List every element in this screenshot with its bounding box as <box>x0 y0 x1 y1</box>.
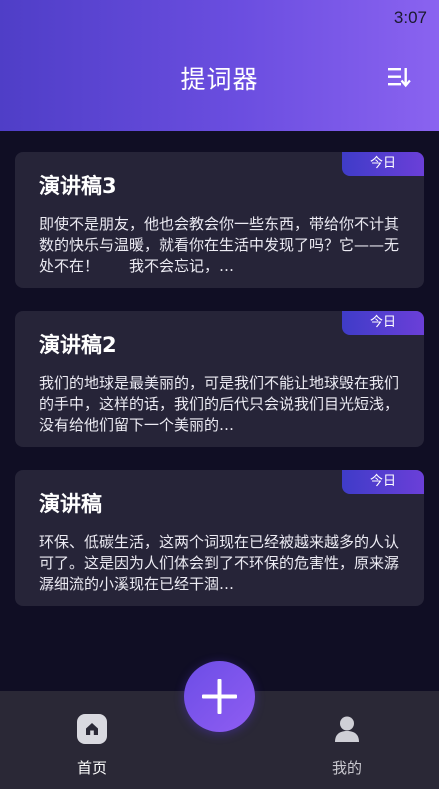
script-card[interactable]: 今日 演讲稿 环保、低碳生活，这两个词现在已经被越来越多的人认可了。这是因为人们… <box>15 470 424 606</box>
script-preview: 即使不是朋友，他也会教会你一些东西，带给你不计其数的快乐与温暖，就看你在生活中发… <box>39 215 400 275</box>
page-title: 提词器 <box>180 65 259 94</box>
nav-label-home: 首页 <box>76 759 107 777</box>
script-title: 演讲稿 <box>39 492 102 516</box>
nav-item-home[interactable]: 首页 <box>57 713 127 778</box>
home-icon <box>76 713 108 745</box>
app-screen: 3:07 提词器 今日 演讲稿3 即使不是朋友，他也会教会你一些东西，带给你不计… <box>0 0 439 789</box>
plus-icon <box>202 679 237 714</box>
user-icon <box>331 713 363 745</box>
add-script-button[interactable] <box>184 661 255 732</box>
script-title: 演讲稿3 <box>39 174 117 198</box>
date-badge: 今日 <box>342 311 424 335</box>
script-preview: 环保、低碳生活，这两个词现在已经被越来越多的人认可了。这是因为人们体会到了不环保… <box>39 533 400 593</box>
date-badge: 今日 <box>342 152 424 176</box>
date-badge: 今日 <box>342 470 424 494</box>
script-list: 今日 演讲稿3 即使不是朋友，他也会教会你一些东西，带给你不计其数的快乐与温暖，… <box>15 152 424 629</box>
script-title: 演讲稿2 <box>39 333 117 357</box>
status-time: 3:07 <box>393 8 427 27</box>
script-card[interactable]: 今日 演讲稿3 即使不是朋友，他也会教会你一些东西，带给你不计其数的快乐与温暖，… <box>15 152 424 288</box>
script-card[interactable]: 今日 演讲稿2 我们的地球是最美丽的，可是我们不能让地球毁在我们的手中，这样的话… <box>15 311 424 447</box>
script-preview: 我们的地球是最美丽的，可是我们不能让地球毁在我们的手中，这样的话，我们的后代只会… <box>39 374 400 434</box>
sort-list-icon[interactable] <box>387 66 411 88</box>
header-bar: 3:07 提词器 <box>0 0 439 131</box>
nav-item-mine[interactable]: 我的 <box>312 713 382 778</box>
nav-label-mine: 我的 <box>331 759 362 777</box>
